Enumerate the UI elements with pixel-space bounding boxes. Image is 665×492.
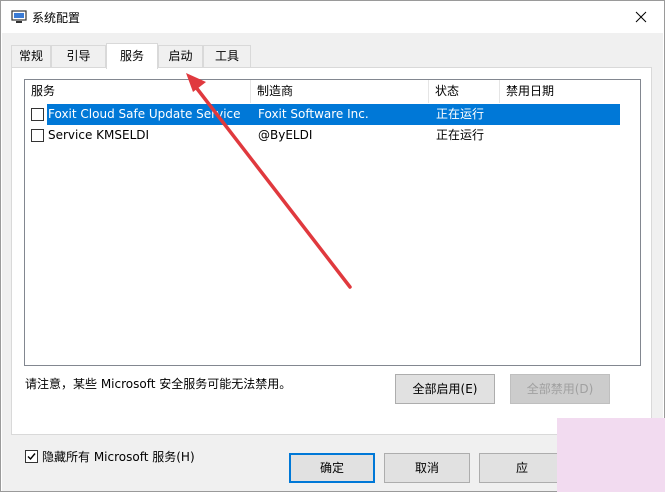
hide-microsoft-services-label: 隐藏所有 Microsoft 服务(H) [42,450,195,464]
close-button[interactable] [618,1,664,33]
table-row[interactable]: Foxit Cloud Safe Update Service Foxit So… [25,104,620,125]
tab-tools[interactable]: 工具 [203,45,251,67]
column-header-status[interactable]: 状态 [429,80,500,103]
column-header-service[interactable]: 服务 [25,80,251,103]
tab-services[interactable]: 服务 [106,43,158,69]
cancel-button[interactable]: 取消 [384,453,470,483]
title-bar: 系统配置 [1,1,664,33]
microsoft-services-note: 请注意，某些 Microsoft 安全服务可能无法禁用。 [25,377,292,391]
tab-boot[interactable]: 引导 [51,45,106,67]
services-panel: 服务 制造商 状态 禁用日期 Foxit Cloud Safe Update S… [11,67,652,464]
apply-button[interactable]: 应 [479,453,565,483]
tab-general[interactable]: 常规 [11,45,51,67]
service-manufacturer: Foxit Software Inc. [258,107,369,121]
column-header-disabled-date[interactable]: 禁用日期 [500,80,640,103]
system-config-app-icon [11,10,27,23]
service-name: Service KMSELDI [48,128,150,142]
service-status: 正在运行 [436,128,485,142]
close-icon [635,11,647,23]
services-list[interactable]: 服务 制造商 状态 禁用日期 Foxit Cloud Safe Update S… [24,79,641,366]
window-title: 系统配置 [32,11,81,25]
disable-all-button[interactable]: 全部禁用(D) [510,374,610,404]
service-status: 正在运行 [436,107,485,121]
service-checkbox[interactable] [31,129,44,142]
ok-button[interactable]: 确定 [289,453,375,483]
service-manufacturer: @ByELDI [258,128,313,142]
list-header: 服务 制造商 状态 禁用日期 [25,80,640,103]
corner-decoration [557,418,665,492]
service-checkbox[interactable] [31,108,44,121]
hide-microsoft-services-checkbox[interactable] [25,450,38,463]
table-row[interactable]: Service KMSELDI @ByELDI 正在运行 [25,125,620,146]
service-name: Foxit Cloud Safe Update Service [48,107,241,121]
checkmark-icon [27,453,36,461]
column-header-manufacturer[interactable]: 制造商 [251,80,429,103]
enable-all-button[interactable]: 全部启用(E) [395,374,495,404]
tab-startup[interactable]: 启动 [158,45,203,67]
